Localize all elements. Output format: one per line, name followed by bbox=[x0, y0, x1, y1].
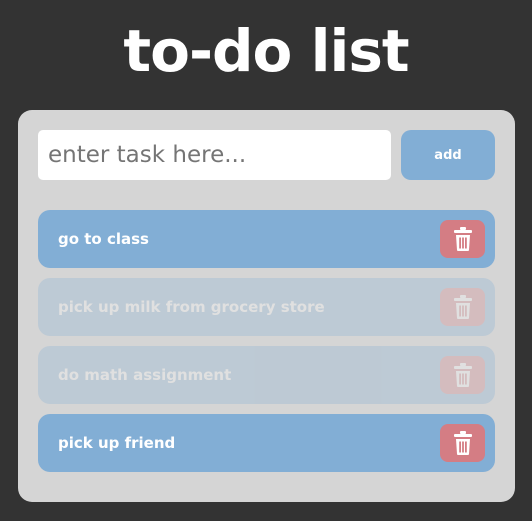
todo-item-text: go to class bbox=[58, 230, 149, 248]
todo-item[interactable]: pick up milk from grocery store bbox=[38, 278, 495, 336]
delete-button[interactable] bbox=[440, 356, 485, 394]
todo-item-text: pick up milk from grocery store bbox=[58, 298, 325, 316]
delete-button[interactable] bbox=[440, 424, 485, 462]
trash-icon bbox=[453, 227, 472, 251]
trash-icon bbox=[453, 363, 472, 387]
trash-icon bbox=[453, 431, 472, 455]
delete-button[interactable] bbox=[440, 220, 485, 258]
trash-icon bbox=[453, 295, 472, 319]
todo-list: go to class pick up milk from grocery st… bbox=[38, 210, 495, 482]
todo-item[interactable]: pick up friend bbox=[38, 414, 495, 472]
add-button[interactable]: add bbox=[401, 130, 495, 180]
todo-item[interactable]: go to class bbox=[38, 210, 495, 268]
delete-button[interactable] bbox=[440, 288, 485, 326]
todo-item[interactable]: do math assignment bbox=[38, 346, 495, 404]
todo-item-text: do math assignment bbox=[58, 366, 232, 384]
todo-card: add go to class pick up milk from grocer… bbox=[18, 110, 515, 502]
page-title: to-do list bbox=[123, 17, 409, 85]
task-input[interactable] bbox=[38, 130, 391, 180]
todo-item-text: pick up friend bbox=[58, 434, 176, 452]
